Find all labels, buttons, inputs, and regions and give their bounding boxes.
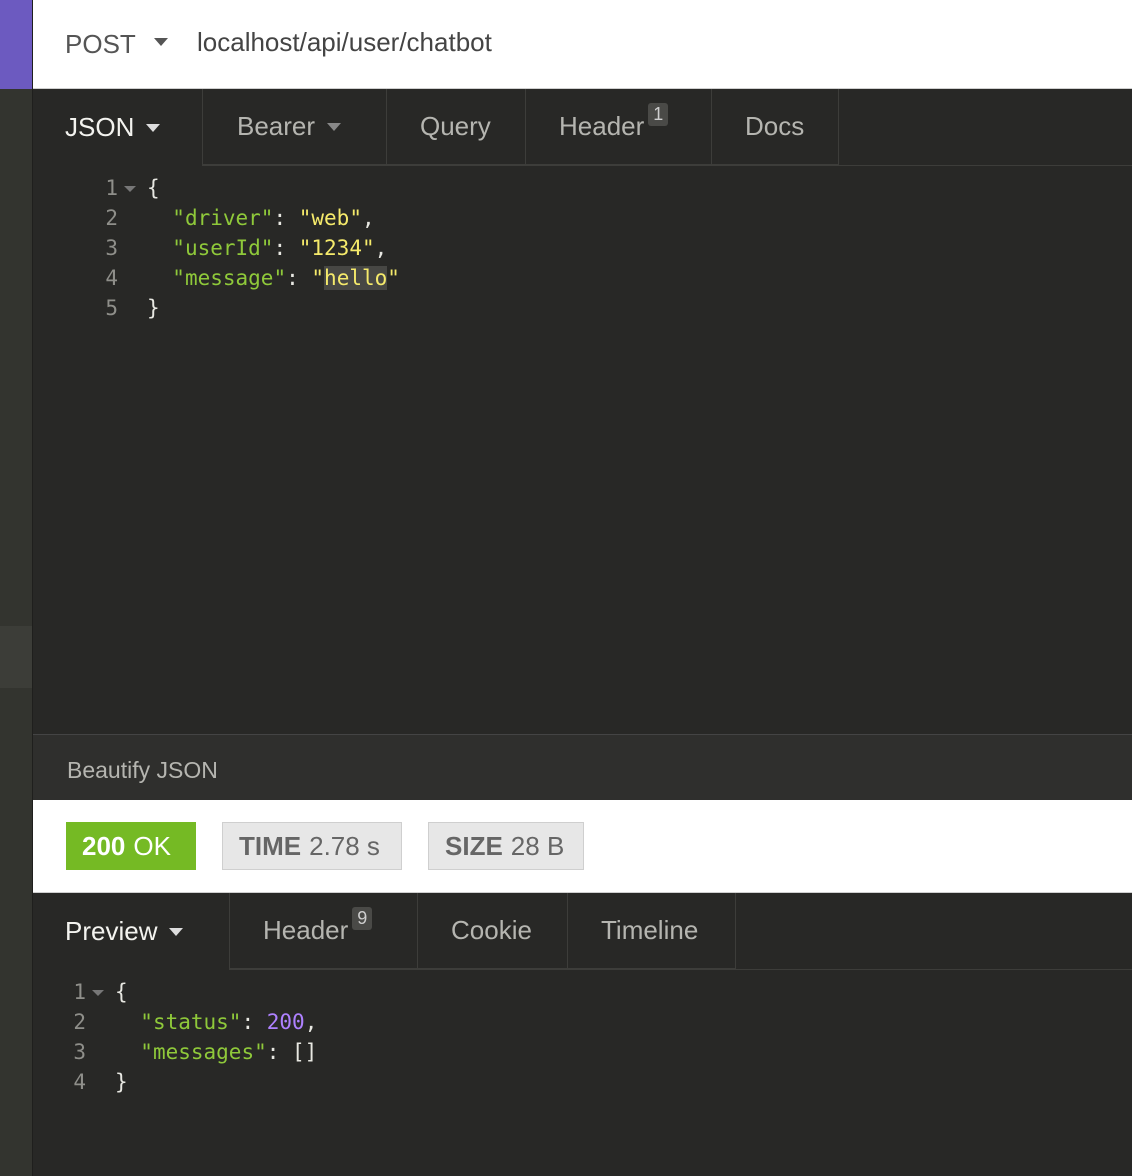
tab-timeline-label: Timeline <box>601 915 699 945</box>
request-tabs: JSON Bearer Query Header 1 Docs <box>33 89 1132 166</box>
json-number: 200 <box>266 1010 305 1034</box>
method-selector[interactable]: POST <box>65 29 136 60</box>
code-line: } <box>147 296 160 320</box>
line-number: 4 <box>73 1070 86 1094</box>
code-line: "driver": "web", <box>172 206 375 230</box>
tab-json[interactable]: JSON <box>33 89 203 166</box>
tab-divider <box>735 893 736 969</box>
tab-divider <box>838 89 839 165</box>
json-key: "message" <box>172 266 287 290</box>
chevron-down-icon[interactable] <box>146 123 161 132</box>
code-line: { <box>115 980 128 1004</box>
status-badge: 200 OK <box>66 822 196 870</box>
tab-header-label: Header <box>559 111 645 141</box>
chevron-down-icon[interactable] <box>154 38 168 46</box>
tab-json-label: JSON <box>65 112 135 142</box>
tab-cookie-label: Cookie <box>451 915 532 945</box>
sidebar-selected-item[interactable] <box>0 626 33 688</box>
chevron-down-icon[interactable] <box>327 122 342 131</box>
response-tabs: Preview Header 9 Cookie Timeline <box>33 893 1132 970</box>
beautify-json-button[interactable]: Beautify JSON <box>67 757 218 784</box>
line-number: 1 <box>73 980 86 1004</box>
tab-docs[interactable]: Docs <box>712 89 838 165</box>
tab-bearer[interactable]: Bearer <box>203 89 387 165</box>
time-badge: TIME 2.78 s <box>222 822 402 870</box>
tab-response-header[interactable]: Header 9 <box>230 893 418 969</box>
fold-arrow-icon[interactable] <box>124 186 136 192</box>
json-key: "driver" <box>172 206 274 230</box>
line-number: 3 <box>105 236 118 260</box>
json-key: "messages" <box>140 1040 267 1064</box>
editor-footer: Beautify JSON <box>33 734 1132 801</box>
tab-bearer-label: Bearer <box>237 111 316 141</box>
line-number: 5 <box>105 296 118 320</box>
code-line: "status": 200, <box>140 1010 318 1034</box>
json-string: "web" <box>298 206 362 230</box>
json-string: "1234" <box>298 236 375 260</box>
tab-header[interactable]: Header 1 <box>526 89 711 165</box>
json-string-highlighted: hello <box>324 266 388 290</box>
url-input[interactable]: localhost/api/user/chatbot <box>197 27 492 58</box>
tab-docs-label: Docs <box>745 111 805 141</box>
line-number: 4 <box>105 266 118 290</box>
line-number: 2 <box>105 206 118 230</box>
json-key: "userId" <box>172 236 274 260</box>
line-number: 3 <box>73 1040 86 1064</box>
tab-query[interactable]: Query <box>387 89 525 165</box>
line-number: 2 <box>73 1010 86 1034</box>
tab-query-label: Query <box>420 111 491 141</box>
tab-preview-label: Preview <box>65 916 158 946</box>
chevron-down-icon[interactable] <box>169 927 184 936</box>
url-bar: POST localhost/api/user/chatbot <box>33 0 1132 89</box>
fold-arrow-icon[interactable] <box>92 990 104 996</box>
response-status-bar: 200 OK TIME 2.78 s SIZE 28 B <box>33 800 1132 893</box>
line-number: 1 <box>105 176 118 200</box>
code-line: "userId": "1234", <box>172 236 388 260</box>
code-line: } <box>115 1070 128 1094</box>
json-key: "status" <box>140 1010 242 1034</box>
tab-preview[interactable]: Preview <box>33 893 230 970</box>
code-line: "message": "hello" <box>172 266 400 290</box>
tab-response-header-label: Header <box>263 915 349 945</box>
sidebar-accent <box>0 0 33 89</box>
size-badge: SIZE 28 B <box>428 822 584 870</box>
tab-timeline[interactable]: Timeline <box>568 893 735 969</box>
code-line: { <box>147 176 160 200</box>
code-line: "messages": [] <box>140 1040 318 1064</box>
main-pane: POST localhost/api/user/chatbot JSON Bea… <box>33 0 1132 1176</box>
sidebar-strip <box>0 0 33 1176</box>
json-array: [] <box>292 1040 318 1064</box>
tab-cookie[interactable]: Cookie <box>418 893 567 969</box>
header-count-badge: 1 <box>648 103 669 126</box>
header-count-badge: 9 <box>352 907 373 930</box>
